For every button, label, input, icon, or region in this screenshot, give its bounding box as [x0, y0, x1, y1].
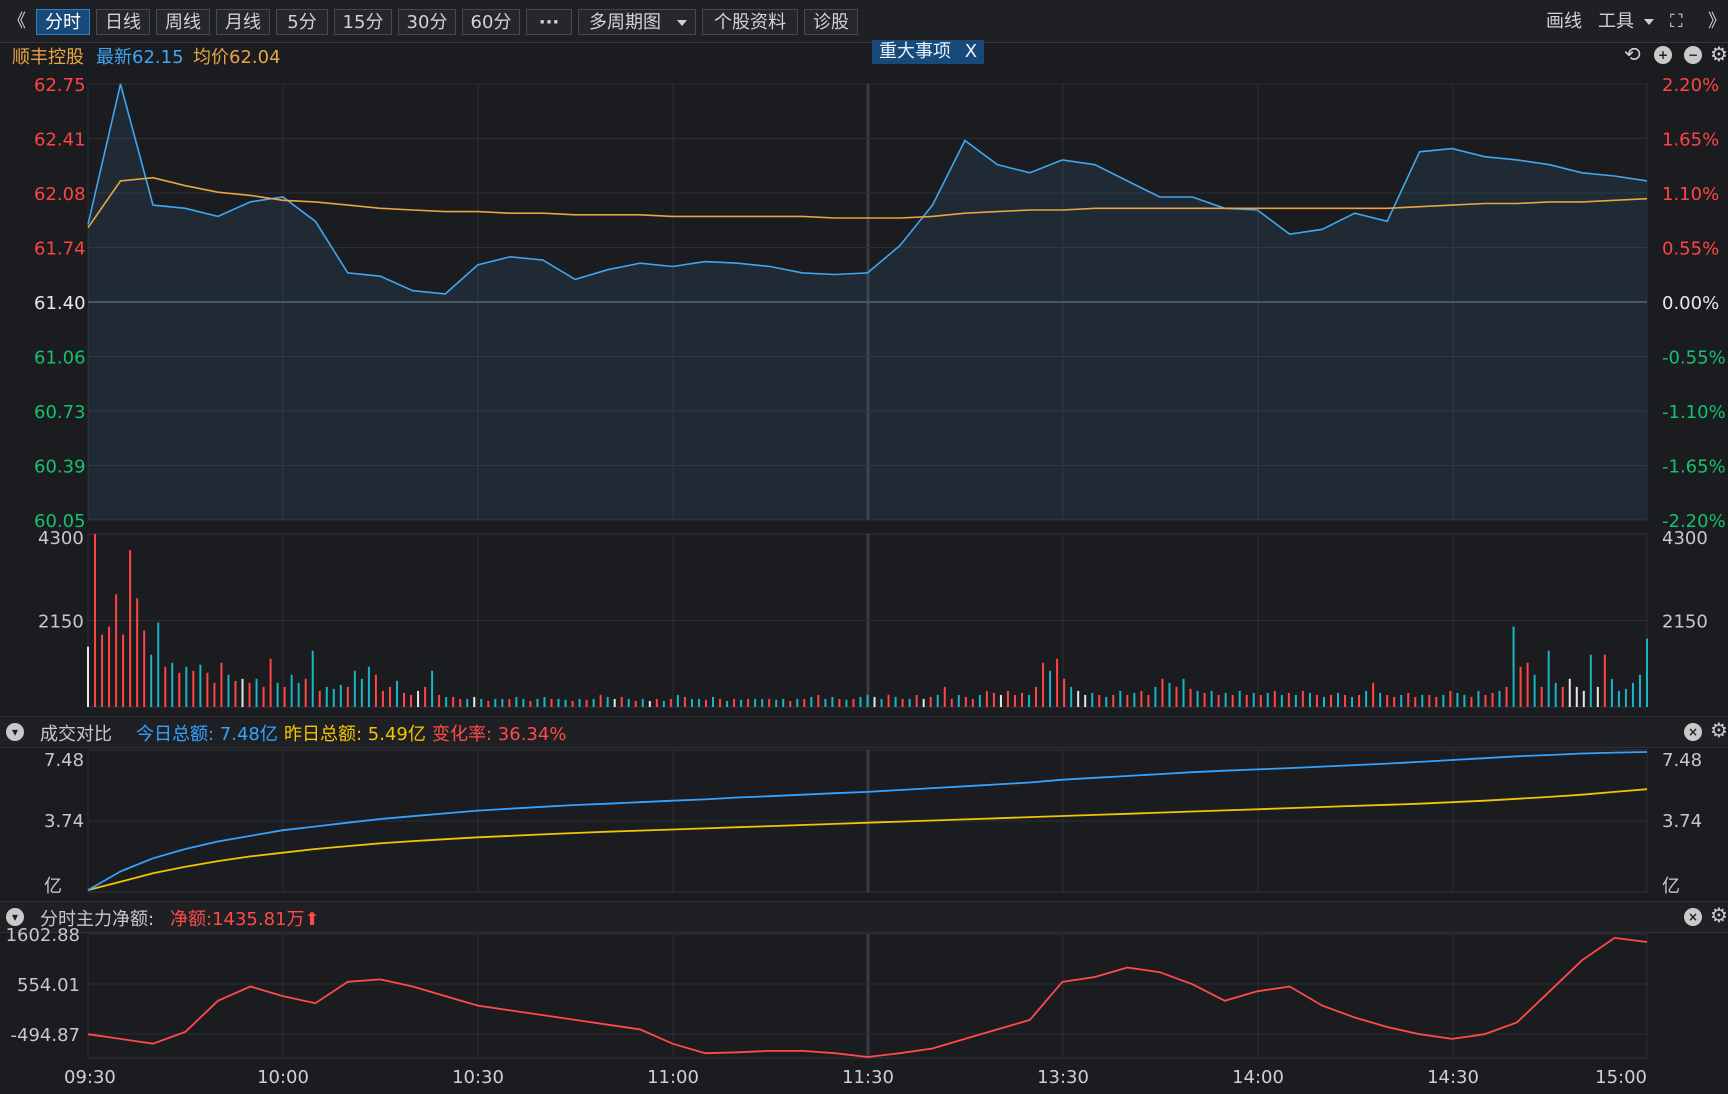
flow-tick-label: -494.87 [11, 1025, 80, 1046]
time-axis-label: 15:00 [1595, 1067, 1647, 1088]
time-axis-label: 11:00 [647, 1067, 699, 1088]
time-axis-label: 14:30 [1427, 1067, 1479, 1088]
time-axis-label: 09:30 [64, 1067, 116, 1088]
flow-tick-label: 1602.88 [6, 925, 80, 946]
price-tick-label: 61.74 [34, 239, 86, 260]
turnover-tick-label: 7.48 [44, 750, 84, 771]
price-tick-label: 61.40 [34, 293, 86, 314]
time-axis-label: 10:00 [257, 1067, 309, 1088]
time-axis-label: 13:30 [1037, 1067, 1089, 1088]
volume-tick-label: 4300 [1662, 528, 1708, 549]
pct-tick-label: 2.20% [1662, 75, 1719, 96]
flow-tick-label: 554.01 [17, 975, 80, 996]
price-tick-label: 62.41 [34, 130, 86, 151]
volume-tick-label: 4300 [38, 528, 84, 549]
pct-tick-label: -1.10% [1662, 402, 1726, 423]
turnover-tick-label: 亿 [1662, 876, 1680, 897]
pct-tick-label: 1.10% [1662, 184, 1719, 205]
price-tick-label: 60.39 [34, 457, 86, 478]
price-tick-label: 62.75 [34, 75, 86, 96]
pct-tick-label: 0.55% [1662, 239, 1719, 260]
pct-tick-label: 0.00% [1662, 293, 1719, 314]
pct-tick-label: -0.55% [1662, 348, 1726, 369]
volume-tick-label: 2150 [1662, 612, 1708, 633]
price-tick-label: 62.08 [34, 184, 86, 205]
pct-tick-label: -1.65% [1662, 457, 1726, 478]
intraday-chart: 62.75 2.20% 62.41 1.65% 62.08 1.10% 61.74 0.55%… [6, 75, 1726, 1088]
time-axis-label: 10:30 [452, 1067, 504, 1088]
price-tick-label: 60.73 [34, 402, 86, 423]
volume-tick-label: 2150 [38, 612, 84, 633]
pct-tick-label: 1.65% [1662, 130, 1719, 151]
price-tick-label: 61.06 [34, 348, 86, 369]
turnover-tick-label: 亿 [44, 876, 62, 897]
turnover-tick-label: 7.48 [1662, 750, 1702, 771]
time-axis-label: 14:00 [1232, 1067, 1284, 1088]
turnover-tick-label: 3.74 [44, 811, 84, 832]
time-axis-label: 11:30 [842, 1067, 894, 1088]
turnover-tick-label: 3.74 [1662, 811, 1702, 832]
